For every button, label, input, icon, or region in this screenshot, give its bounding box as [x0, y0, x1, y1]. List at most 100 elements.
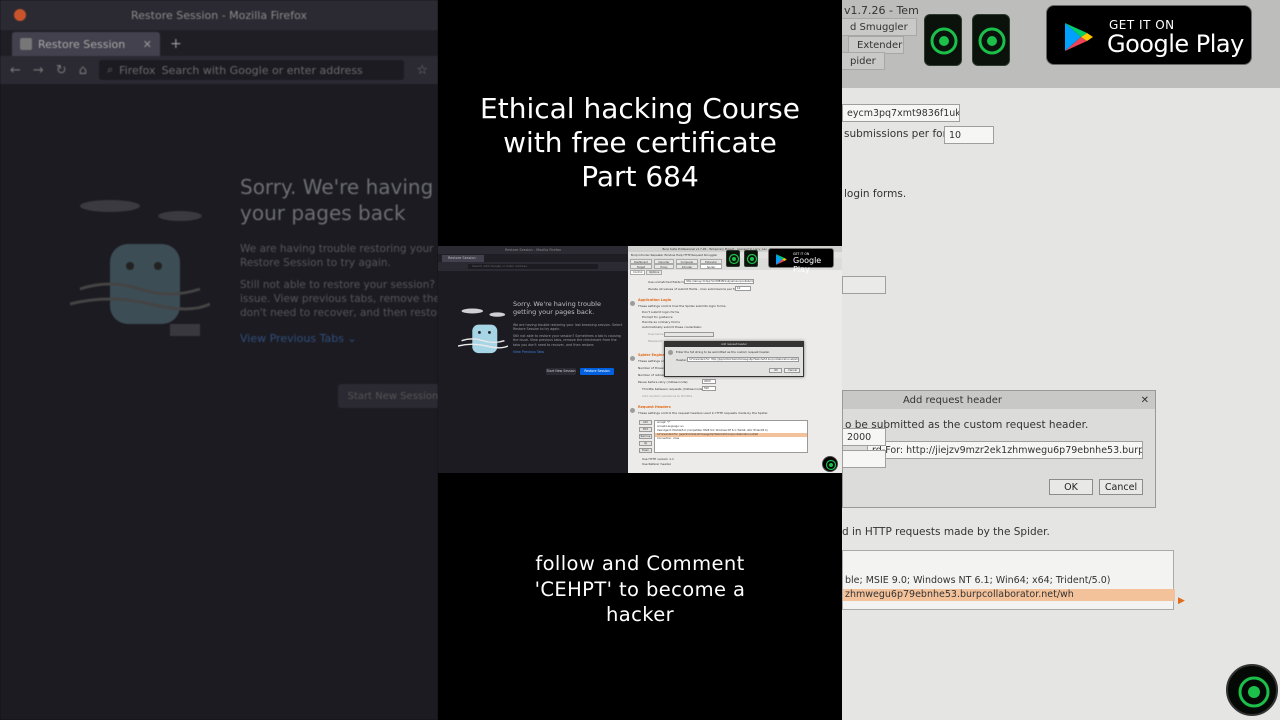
close-icon[interactable]: ✕	[143, 38, 152, 51]
firefox-titlebar: Restore Session - Mozilla Firefox	[0, 0, 438, 30]
mini-google-play-badge[interactable]: GET IT ON Google Play	[768, 248, 834, 274]
screenshot-preview: Restore Session - Mozilla Firefox Restor…	[438, 246, 842, 473]
mini-gp-main: Google Play	[793, 256, 822, 274]
video-title: Ethical hacking Course with free certifi…	[480, 92, 800, 193]
tab-intruder[interactable]: Intruder	[676, 264, 698, 269]
throttle-input[interactable]	[842, 450, 886, 468]
mini-header-input[interactable]: X-Forwarded-For: http://jiejzv9mzr2ek1zh…	[687, 357, 799, 362]
mini-play-store-icon	[776, 254, 787, 265]
robot-app-icon-2	[972, 14, 1010, 66]
list-item[interactable]: Connection: close	[655, 437, 807, 441]
tab-spider[interactable]: Spider	[700, 264, 722, 269]
radio-dont-submit[interactable]: Don't submit login forms	[642, 310, 679, 314]
tab-spider[interactable]: pider	[842, 52, 885, 70]
url-placeholder: Search with Google or enter address	[161, 63, 363, 77]
edit-button[interactable]: Edit	[639, 427, 652, 432]
add-button[interactable]: Add	[639, 420, 652, 425]
help-icon-2[interactable]	[630, 356, 635, 361]
mini-headers-list[interactable]: Accept: */* Accept-Language: en User-Age…	[654, 420, 808, 453]
mini-referer-checkbox[interactable]: Use Referer header	[642, 462, 671, 466]
mini-password-label: Password:	[648, 339, 664, 343]
mini-http11-checkbox[interactable]: Use HTTP version 1.1	[642, 457, 674, 461]
burp-spider-options: eycm3pq7xmt9836f1ukjnah submissions per …	[842, 88, 1280, 720]
mini-start-new-session-button[interactable]: Start New Session	[546, 368, 576, 375]
mini-para-1: We are having trouble restoring your las…	[513, 323, 623, 332]
mini-floating-robot-icon	[822, 456, 838, 472]
back-icon[interactable]: ←	[10, 63, 21, 78]
reload-icon[interactable]: ↻	[56, 63, 67, 78]
paragraph-1: We are having trouble restoring your las…	[240, 243, 438, 269]
mini-fields-input[interactable]: http://ebreycm3pq7xmt9836f1ukjnah.burpco…	[684, 279, 754, 284]
page-icon	[20, 38, 32, 50]
forward-icon[interactable]: →	[33, 63, 44, 78]
page-heading: Sorry. We're having tr your pages back	[240, 175, 438, 225]
mini-bear-icon	[458, 308, 508, 354]
background-firefox: Restore Session - Mozilla Firefox Restor…	[0, 0, 438, 720]
subtab-options[interactable]: Options	[646, 270, 663, 275]
down-button[interactable]: Down	[639, 448, 652, 453]
header-row-user-agent[interactable]: ble; MSIE 9.0; Windows NT 6.1; Win64; x6…	[845, 575, 1110, 586]
radio-prompt[interactable]: Prompt for guidance	[642, 315, 673, 319]
up-button[interactable]: Up	[639, 441, 652, 446]
header-row-selected[interactable]: zhmwegu6p79ebnhe53.burpcollaborator.net/…	[843, 589, 1175, 601]
unmatched-fields-input[interactable]: eycm3pq7xmt9836f1ukjnah	[842, 104, 960, 122]
cancel-button[interactable]: Cancel	[1099, 479, 1143, 495]
help-icon-3[interactable]	[630, 408, 635, 413]
ok-button[interactable]: OK	[1049, 479, 1093, 495]
bear-illustration-icon	[70, 200, 210, 336]
scroll-arrow-icon[interactable]: ▶	[1178, 596, 1185, 606]
username-input[interactable]	[842, 276, 886, 294]
header-input[interactable]: rd-For: http://jiejzv9mzr2ek1zhmwegu6p79…	[867, 441, 1143, 459]
mini-url-bar[interactable]: Search with Google or enter address	[468, 264, 598, 269]
mini-random-label[interactable]: Add random variations to throttle	[642, 394, 692, 398]
pause-input[interactable]: 2000	[842, 428, 886, 446]
burp-title-fragment: v1.7.26 - Tem	[844, 4, 919, 17]
mini-header-label: Header:	[676, 358, 688, 362]
subtab-control[interactable]: Control	[630, 270, 646, 275]
mini-robot-icon	[726, 250, 740, 267]
mini-restore-session-button[interactable]: Restore Session	[580, 368, 614, 375]
floating-robot-icon	[1226, 664, 1278, 716]
remove-button[interactable]: Remove	[639, 434, 652, 439]
mini-view-tabs-link[interactable]: View Previous Tabs	[513, 350, 544, 354]
mini-subtabs: Control Options	[630, 270, 663, 275]
mini-cancel-button[interactable]: Cancel	[784, 368, 800, 373]
mini-ok-button[interactable]: OK	[769, 368, 782, 373]
new-tab-icon[interactable]: +	[170, 36, 182, 52]
paragraph-2: Still not able to restore your session? …	[240, 279, 438, 319]
header-row-x-forwarded: zhmwegu6p79ebnhe53.burpcollaborator.net/…	[845, 589, 1074, 600]
background-burp: v1.7.26 - Tem d Smuggler Extender pider …	[842, 0, 1280, 720]
mini-tab[interactable]: Restore Session	[442, 255, 484, 262]
tab-smuggler[interactable]: d Smuggler	[842, 18, 917, 36]
bookmark-star-icon[interactable]: ☆	[416, 63, 428, 78]
home-icon[interactable]: ⌂	[79, 63, 87, 78]
mini-throttle-input[interactable]: 500	[702, 386, 716, 391]
video-frame: Restore Session - Mozilla Firefox Restor…	[0, 0, 1280, 720]
google-play-badge[interactable]: GET IT ON Google Play	[1046, 5, 1252, 65]
radio-ordinary[interactable]: Handle as ordinary forms	[642, 320, 680, 324]
robot-app-icon	[924, 14, 962, 66]
help-icon[interactable]	[630, 301, 635, 306]
start-new-session-button[interactable]: Start New Session	[338, 384, 438, 408]
mini-burp: Burp Suite Professional v1.7.26 - Tempor…	[628, 246, 842, 473]
burp-toolbar: v1.7.26 - Tem d Smuggler Extender pider …	[842, 0, 1280, 88]
info-icon	[668, 350, 673, 355]
tab-strip: Restore Session ✕ +	[0, 30, 438, 56]
tab-target[interactable]: Target	[630, 264, 652, 269]
mini-pause-input[interactable]: 2000	[702, 379, 716, 384]
view-previous-tabs-link[interactable]: View Previous Tabs ⌄	[240, 332, 357, 345]
mini-dialog-title: Add request header	[665, 342, 803, 347]
headers-list[interactable]: ble; MSIE 9.0; Windows NT 6.1; Win64; x6…	[842, 550, 1175, 610]
mini-throttle-label: Throttle between requests (milliseconds)…	[642, 387, 705, 391]
mini-max-input[interactable]: 10	[735, 286, 751, 291]
mini-username-input[interactable]	[664, 332, 714, 337]
mini-username-label: Username:	[648, 332, 665, 336]
max-submissions-label: submissions per form:	[844, 128, 961, 140]
url-bar[interactable]: ⌕ Firefox Search with Google or enter ad…	[98, 60, 405, 80]
tab-proxy[interactable]: Proxy	[654, 264, 674, 269]
mini-max-label: Iterate all values of submit fields - ma…	[648, 287, 742, 291]
radio-credentials[interactable]: Automatically submit these credentials:	[642, 325, 702, 329]
tab-restore-session[interactable]: Restore Session ✕	[12, 32, 160, 56]
close-icon[interactable]: ✕	[1141, 395, 1149, 406]
max-submissions-input[interactable]: 10	[944, 126, 994, 144]
